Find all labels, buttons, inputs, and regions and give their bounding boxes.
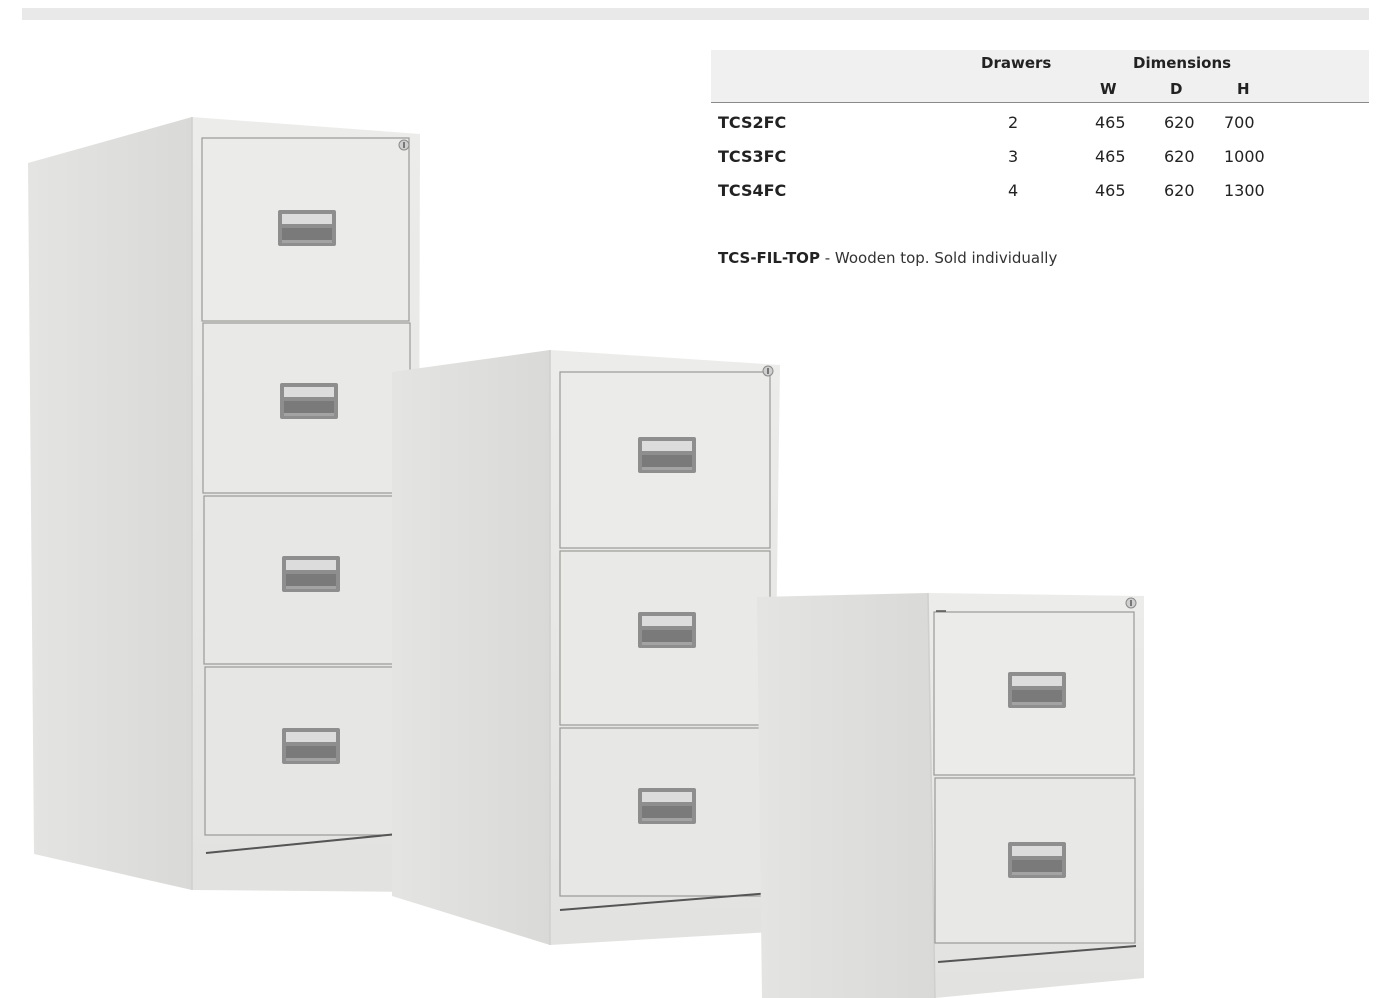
accessory-code: TCS-FIL-TOP [718,249,820,267]
accessory-description: - Wooden top. Sold individually [819,249,1058,267]
header-dimensions: Dimensions [1133,54,1232,72]
table-row: TCS2FC 2 465 620 700 [711,105,1369,139]
accessory-note: TCS-FIL-TOP - Wooden top. Sold individua… [718,249,1057,267]
drawer-count: 4 [1008,181,1019,200]
table-row: TCS3FC 3 465 620 1000 [711,139,1369,173]
header-height: H [1237,80,1250,98]
width-value: 465 [1095,147,1126,166]
header-drawers: Drawers [981,54,1052,72]
spec-table: Drawers Dimensions W D H TCS2FC 2 465 62… [711,50,1369,207]
table-header: Drawers Dimensions W D H [711,50,1369,103]
depth-value: 620 [1164,181,1195,200]
height-value: 700 [1224,113,1255,132]
drawer-count: 2 [1008,113,1019,132]
header-depth: D [1170,80,1183,98]
depth-value: 620 [1164,147,1195,166]
cabinet-2-drawer [757,592,1144,998]
header-width: W [1100,80,1117,98]
height-value: 1300 [1224,181,1265,200]
width-value: 465 [1095,113,1126,132]
table-row: TCS4FC 4 465 620 1300 [711,173,1369,207]
cabinet-4-drawer [28,117,420,892]
drawer-count: 3 [1008,147,1019,166]
product-code: TCS2FC [718,113,787,132]
product-code: TCS3FC [718,147,787,166]
cabinet-3-drawer [392,350,780,945]
width-value: 465 [1095,181,1126,200]
depth-value: 620 [1164,113,1195,132]
product-code: TCS4FC [718,181,787,200]
height-value: 1000 [1224,147,1265,166]
